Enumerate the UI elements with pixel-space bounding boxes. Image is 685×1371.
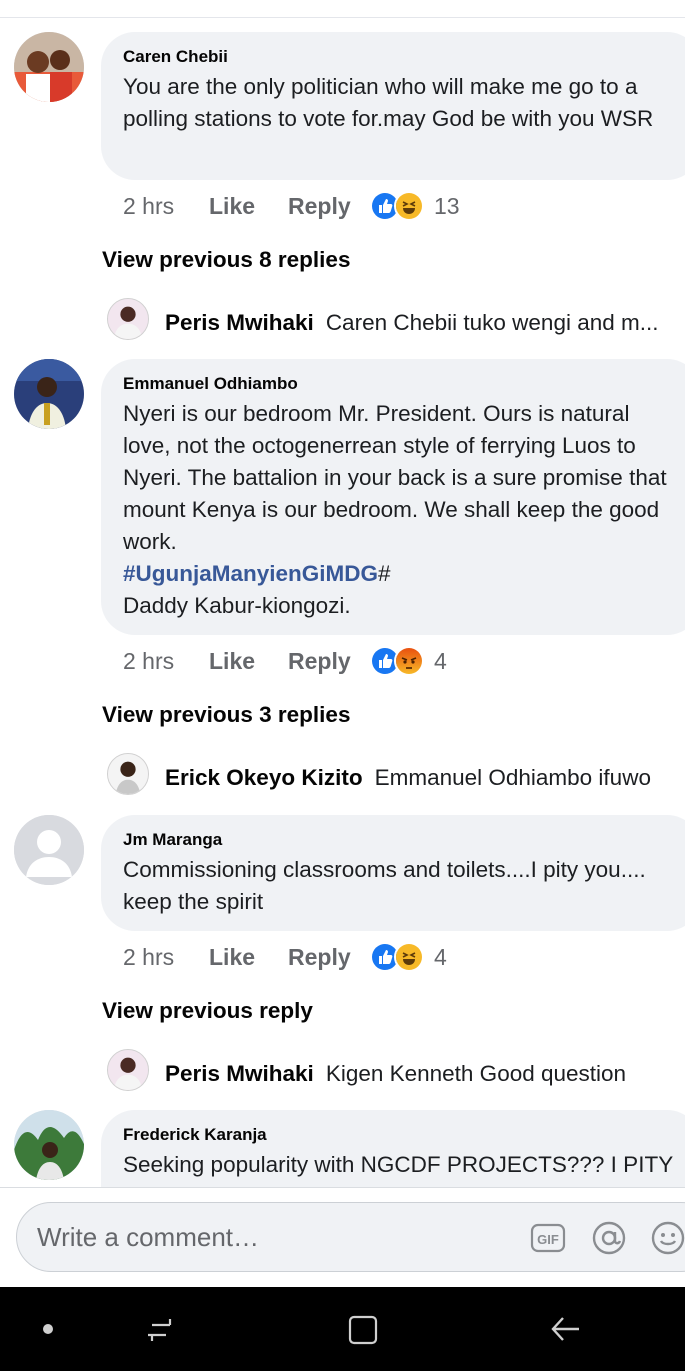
- reaction-count: 4: [434, 943, 447, 970]
- reply-avatar[interactable]: [107, 753, 149, 795]
- avatar[interactable]: [14, 32, 84, 102]
- reply-avatar[interactable]: [107, 1049, 149, 1091]
- reply-button[interactable]: Reply: [288, 648, 370, 675]
- view-previous-replies[interactable]: View previous 8 replies: [102, 245, 350, 275]
- reply-button[interactable]: Reply: [288, 193, 370, 220]
- comment-actions: 2 hrs Like Reply 4: [123, 937, 447, 977]
- comment-signoff: Daddy Kabur-kiongozi.: [123, 593, 351, 618]
- haha-icon: [394, 942, 424, 972]
- reply-author[interactable]: Erick Okeyo Kizito: [165, 765, 363, 790]
- comment-text: Commissioning classrooms and toilets....…: [123, 857, 646, 914]
- comment-author[interactable]: Caren Chebii: [123, 46, 679, 68]
- like-button[interactable]: Like: [209, 944, 288, 971]
- reaction-summary[interactable]: 4: [370, 646, 447, 676]
- system-navigation-bar: [0, 1287, 685, 1371]
- reply-button[interactable]: Reply: [288, 944, 370, 971]
- comment-text: Nyeri is our bedroom Mr. President. Ours…: [123, 398, 679, 622]
- latest-reply-preview[interactable]: Peris Mwihaki Kigen Kenneth Good question: [165, 1059, 680, 1089]
- reply-text: Caren Chebii tuko wengi and m...: [325, 310, 659, 335]
- latest-reply-preview[interactable]: Peris Mwihaki Caren Chebii tuko wengi and…: [165, 308, 685, 338]
- view-previous-replies[interactable]: View previous 3 replies: [102, 700, 350, 730]
- avatar[interactable]: [14, 359, 84, 429]
- comment-input[interactable]: Write a comment… GIF: [16, 1202, 685, 1272]
- reaction-summary[interactable]: 4: [370, 942, 447, 972]
- reply-author[interactable]: Peris Mwihaki: [165, 1061, 314, 1086]
- reply-avatar[interactable]: [107, 298, 149, 340]
- avatar[interactable]: [14, 1110, 84, 1180]
- comment-timestamp[interactable]: 2 hrs: [123, 648, 209, 675]
- like-button[interactable]: Like: [209, 193, 288, 220]
- reply-text: Emmanuel Odhiambo ifuwo: [374, 765, 651, 790]
- comment-input-placeholder[interactable]: Write a comment…: [37, 1222, 259, 1253]
- comment-timestamp[interactable]: 2 hrs: [123, 944, 209, 971]
- reply-author[interactable]: Peris Mwihaki: [165, 310, 314, 335]
- comment-author[interactable]: Frederick Karanja: [123, 1124, 679, 1146]
- hashtag-link[interactable]: #UgunjaManyienGiMDG: [123, 561, 378, 586]
- avatar[interactable]: [14, 815, 84, 885]
- comment-timestamp[interactable]: 2 hrs: [123, 193, 209, 220]
- comment-bubble[interactable]: Caren Chebii You are the only politician…: [101, 32, 685, 180]
- svg-text:GIF: GIF: [537, 1232, 559, 1247]
- gif-icon[interactable]: GIF: [530, 1220, 566, 1256]
- reaction-summary[interactable]: 13: [370, 191, 460, 221]
- hashtag-suffix: #: [378, 561, 391, 586]
- dot-icon[interactable]: [28, 1309, 68, 1349]
- comment-bubble[interactable]: Jm Maranga Commissioning classrooms and …: [101, 815, 685, 931]
- angry-icon: [394, 646, 424, 676]
- recent-apps-icon[interactable]: [142, 1309, 182, 1349]
- like-button[interactable]: Like: [209, 648, 288, 675]
- comment-actions: 2 hrs Like Reply 4: [123, 641, 447, 681]
- comment-bubble[interactable]: Emmanuel Odhiambo Nyeri is our bedroom M…: [101, 359, 685, 635]
- back-icon[interactable]: [545, 1309, 585, 1349]
- comment-actions: 2 hrs Like Reply 13: [123, 186, 460, 226]
- haha-icon: [394, 191, 424, 221]
- reaction-count: 13: [434, 192, 460, 219]
- mention-icon[interactable]: [591, 1220, 627, 1256]
- comment-author[interactable]: Jm Maranga: [123, 829, 679, 851]
- reply-text: Kigen Kenneth Good question: [325, 1061, 627, 1086]
- comments-feed[interactable]: Caren Chebii You are the only politician…: [0, 0, 685, 1187]
- home-icon[interactable]: [342, 1309, 382, 1349]
- comment-text: You are the only politician who will mak…: [123, 74, 654, 131]
- emoji-icon[interactable]: [650, 1220, 685, 1256]
- comment-text: Seeking popularity with NGCDF PROJECTS??…: [123, 1152, 674, 1177]
- comment-author[interactable]: Emmanuel Odhiambo: [123, 373, 679, 395]
- reaction-count: 4: [434, 647, 447, 674]
- latest-reply-preview[interactable]: Erick Okeyo Kizito Emmanuel Odhiambo ifuw…: [165, 763, 680, 793]
- comment-bubble[interactable]: Frederick Karanja Seeking popularity wit…: [101, 1110, 685, 1187]
- comment-body: Nyeri is our bedroom Mr. President. Ours…: [123, 401, 667, 554]
- comment-composer-bar: Write a comment… GIF: [0, 1187, 685, 1287]
- view-previous-replies[interactable]: View previous reply: [102, 996, 313, 1026]
